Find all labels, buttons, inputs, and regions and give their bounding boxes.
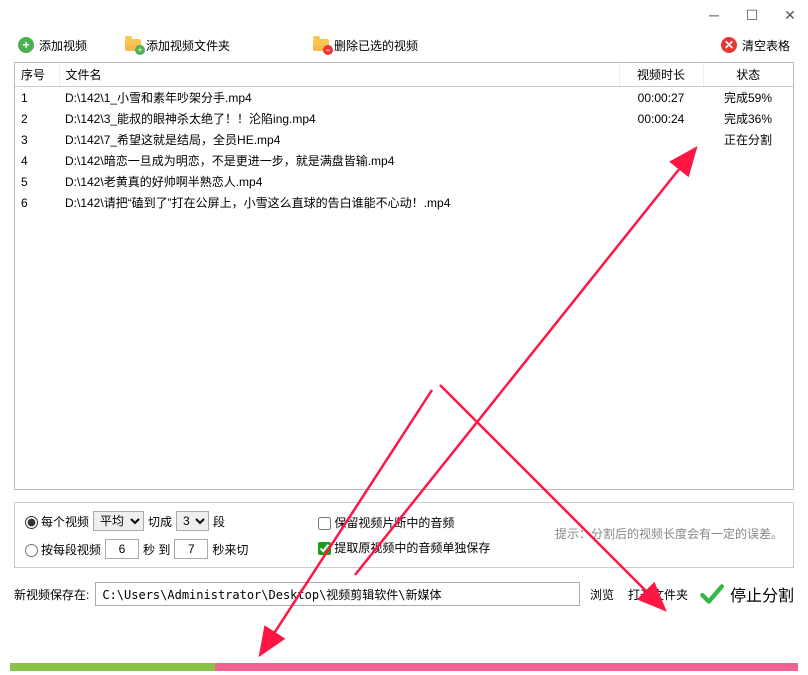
col-header-name[interactable]: 文件名 bbox=[59, 63, 619, 87]
table-row[interactable]: 3D:\142\7_希望这就是结局，全员HE.mp4 正在分割 bbox=[15, 129, 793, 150]
cell-status bbox=[703, 150, 793, 171]
toolbar: + 添加视频 添加视频文件夹 删除已选的视频 ✕ 清空表格 bbox=[0, 30, 808, 60]
cell-no: 3 bbox=[15, 129, 59, 150]
check-icon bbox=[698, 582, 724, 606]
cell-duration bbox=[619, 129, 703, 150]
delete-selected-label: 删除已选的视频 bbox=[334, 37, 418, 54]
seconds-from-input[interactable] bbox=[105, 539, 139, 559]
save-label: 新视频保存在: bbox=[14, 586, 89, 603]
segments-select[interactable]: 12345 bbox=[176, 511, 209, 531]
table-row[interactable]: 4D:\142\暗恋一旦成为明恋，不是更进一步，就是满盘皆输.mp4 bbox=[15, 150, 793, 171]
cell-no: 4 bbox=[15, 150, 59, 171]
split-options-panel: 每个视频 平均 切成 12345 段 按每段视频 秒 到 秒来切 保留视频片断中… bbox=[14, 502, 794, 568]
add-video-button[interactable]: + 添加视频 bbox=[14, 35, 91, 56]
cell-no: 2 bbox=[15, 108, 59, 129]
cell-name: D:\142\请把“磕到了”打在公屏上，小雪这么直球的告白谁能不心动！.mp4 bbox=[59, 192, 619, 213]
cell-name: D:\142\3_能叔的眼神杀太绝了！！沦陷ing.mp4 bbox=[59, 108, 619, 129]
cell-name: D:\142\1_小雪和素年吵架分手.mp4 bbox=[59, 87, 619, 109]
check-extract-audio[interactable]: 提取原视频中的音频单独保存 bbox=[318, 539, 490, 556]
cell-duration: 00:00:27 bbox=[619, 87, 703, 109]
add-folder-button[interactable]: 添加视频文件夹 bbox=[121, 35, 234, 56]
col-header-duration[interactable]: 视频时长 bbox=[619, 63, 703, 87]
cell-duration: 00:00:24 bbox=[619, 108, 703, 129]
radio-each-video[interactable]: 每个视频 bbox=[25, 513, 89, 530]
cell-name: D:\142\暗恋一旦成为明恋，不是更进一步，就是满盘皆输.mp4 bbox=[59, 150, 619, 171]
stop-split-button[interactable]: 停止分割 bbox=[730, 582, 794, 606]
radio-each-segment[interactable]: 按每段视频 bbox=[25, 541, 101, 558]
add-video-label: 添加视频 bbox=[39, 37, 87, 54]
folder-add-icon bbox=[125, 39, 141, 51]
cell-status: 完成36% bbox=[703, 108, 793, 129]
delete-selected-button[interactable]: 删除已选的视频 bbox=[309, 35, 422, 56]
cell-status: 正在分割 bbox=[703, 129, 793, 150]
cell-name: D:\142\7_希望这就是结局，全员HE.mp4 bbox=[59, 129, 619, 150]
cell-status bbox=[703, 192, 793, 213]
plus-icon: + bbox=[18, 37, 34, 53]
maximize-button[interactable]: ☐ bbox=[742, 5, 762, 25]
cell-status: 完成59% bbox=[703, 87, 793, 109]
seconds-suffix: 秒来切 bbox=[212, 541, 248, 558]
add-folder-label: 添加视频文件夹 bbox=[146, 37, 230, 54]
cell-status bbox=[703, 171, 793, 192]
save-path-input[interactable] bbox=[95, 582, 580, 606]
seconds-to-label: 秒 到 bbox=[143, 541, 170, 558]
progress-fill bbox=[10, 663, 215, 671]
cell-duration bbox=[619, 192, 703, 213]
close-button[interactable]: ✕ bbox=[780, 5, 800, 25]
minimize-button[interactable]: ─ bbox=[704, 5, 724, 25]
clear-table-label: 清空表格 bbox=[742, 37, 790, 54]
mode-select[interactable]: 平均 bbox=[93, 511, 144, 531]
cell-no: 1 bbox=[15, 87, 59, 109]
x-icon: ✕ bbox=[721, 37, 737, 53]
col-header-status[interactable]: 状态 bbox=[703, 63, 793, 87]
col-header-no[interactable]: 序号 bbox=[15, 63, 59, 87]
progress-bar bbox=[10, 663, 798, 671]
table-row[interactable]: 1D:\142\1_小雪和素年吵架分手.mp400:00:27完成59% bbox=[15, 87, 793, 109]
cell-name: D:\142\老黄真的好帅啊半熟恋人.mp4 bbox=[59, 171, 619, 192]
cell-no: 5 bbox=[15, 171, 59, 192]
cell-duration bbox=[619, 150, 703, 171]
table-row[interactable]: 2D:\142\3_能叔的眼神杀太绝了！！沦陷ing.mp400:00:24完成… bbox=[15, 108, 793, 129]
titlebar: ─ ☐ ✕ bbox=[0, 0, 808, 30]
hint-text: 提示：分割后的视频长度会有一定的误差。 bbox=[555, 525, 783, 542]
check-keep-audio[interactable]: 保留视频片断中的音频 bbox=[318, 514, 490, 531]
cell-duration bbox=[619, 171, 703, 192]
cell-no: 6 bbox=[15, 192, 59, 213]
table-row[interactable]: 5D:\142\老黄真的好帅啊半熟恋人.mp4 bbox=[15, 171, 793, 192]
open-folder-button[interactable]: 打开文件夹 bbox=[624, 586, 692, 603]
clear-table-button[interactable]: ✕ 清空表格 bbox=[717, 35, 794, 56]
cut-label: 切成 bbox=[148, 513, 172, 530]
segments-suffix: 段 bbox=[213, 513, 225, 530]
browse-button[interactable]: 浏览 bbox=[586, 586, 618, 603]
video-table-wrap: 序号 文件名 视频时长 状态 1D:\142\1_小雪和素年吵架分手.mp400… bbox=[14, 62, 794, 490]
seconds-to-input[interactable] bbox=[174, 539, 208, 559]
table-row[interactable]: 6D:\142\请把“磕到了”打在公屏上，小雪这么直球的告白谁能不心动！.mp4 bbox=[15, 192, 793, 213]
save-row: 新视频保存在: 浏览 打开文件夹 停止分割 bbox=[14, 578, 794, 610]
table-header-row: 序号 文件名 视频时长 状态 bbox=[15, 63, 793, 87]
folder-delete-icon bbox=[313, 39, 329, 51]
video-table[interactable]: 序号 文件名 视频时长 状态 1D:\142\1_小雪和素年吵架分手.mp400… bbox=[15, 63, 793, 213]
